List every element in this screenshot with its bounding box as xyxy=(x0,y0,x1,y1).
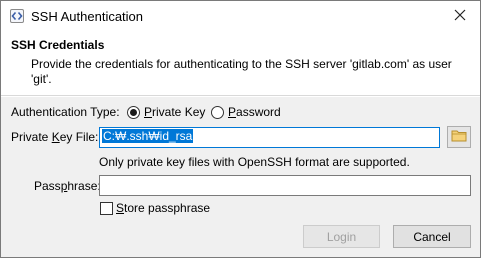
store-passphrase-label[interactable]: Store passphrase xyxy=(116,201,210,215)
password-radio[interactable] xyxy=(211,106,224,119)
private-key-file-label: Private Key File: xyxy=(11,130,99,144)
cancel-button[interactable]: Cancel xyxy=(393,225,471,248)
private-key-file-input[interactable]: C:₩.ssh₩id_rsa xyxy=(99,127,440,148)
private-key-radio-label[interactable]: Private Key xyxy=(144,105,205,119)
passphrase-input[interactable] xyxy=(99,175,471,196)
login-button[interactable]: Login xyxy=(303,225,380,248)
private-key-hint: Only private key files with OpenSSH form… xyxy=(99,155,410,169)
password-radio-label[interactable]: Password xyxy=(228,105,281,119)
private-key-file-value: C:₩.ssh₩id_rsa xyxy=(102,129,194,143)
header-title: SSH Credentials xyxy=(11,38,105,52)
browse-button[interactable] xyxy=(447,126,471,148)
private-key-radio[interactable] xyxy=(127,106,140,119)
dialog-header: SSH Credentials Provide the credentials … xyxy=(1,32,480,96)
close-icon xyxy=(454,9,466,24)
auth-type-label: Authentication Type: xyxy=(11,105,120,119)
code-brackets-icon xyxy=(10,9,24,23)
folder-icon xyxy=(451,129,467,145)
store-passphrase-checkbox[interactable] xyxy=(100,202,113,215)
header-description: Provide the credentials for authenticati… xyxy=(31,57,452,86)
window-title: SSH Authentication xyxy=(31,9,144,24)
ssh-auth-dialog: SSH Authentication SSH Credentials Provi… xyxy=(0,0,481,258)
close-button[interactable] xyxy=(442,1,478,31)
passphrase-label: Passphrase: xyxy=(34,179,101,193)
title-bar[interactable]: SSH Authentication xyxy=(1,1,480,32)
dialog-body: Authentication Type: Private Key Passwor… xyxy=(1,97,480,257)
